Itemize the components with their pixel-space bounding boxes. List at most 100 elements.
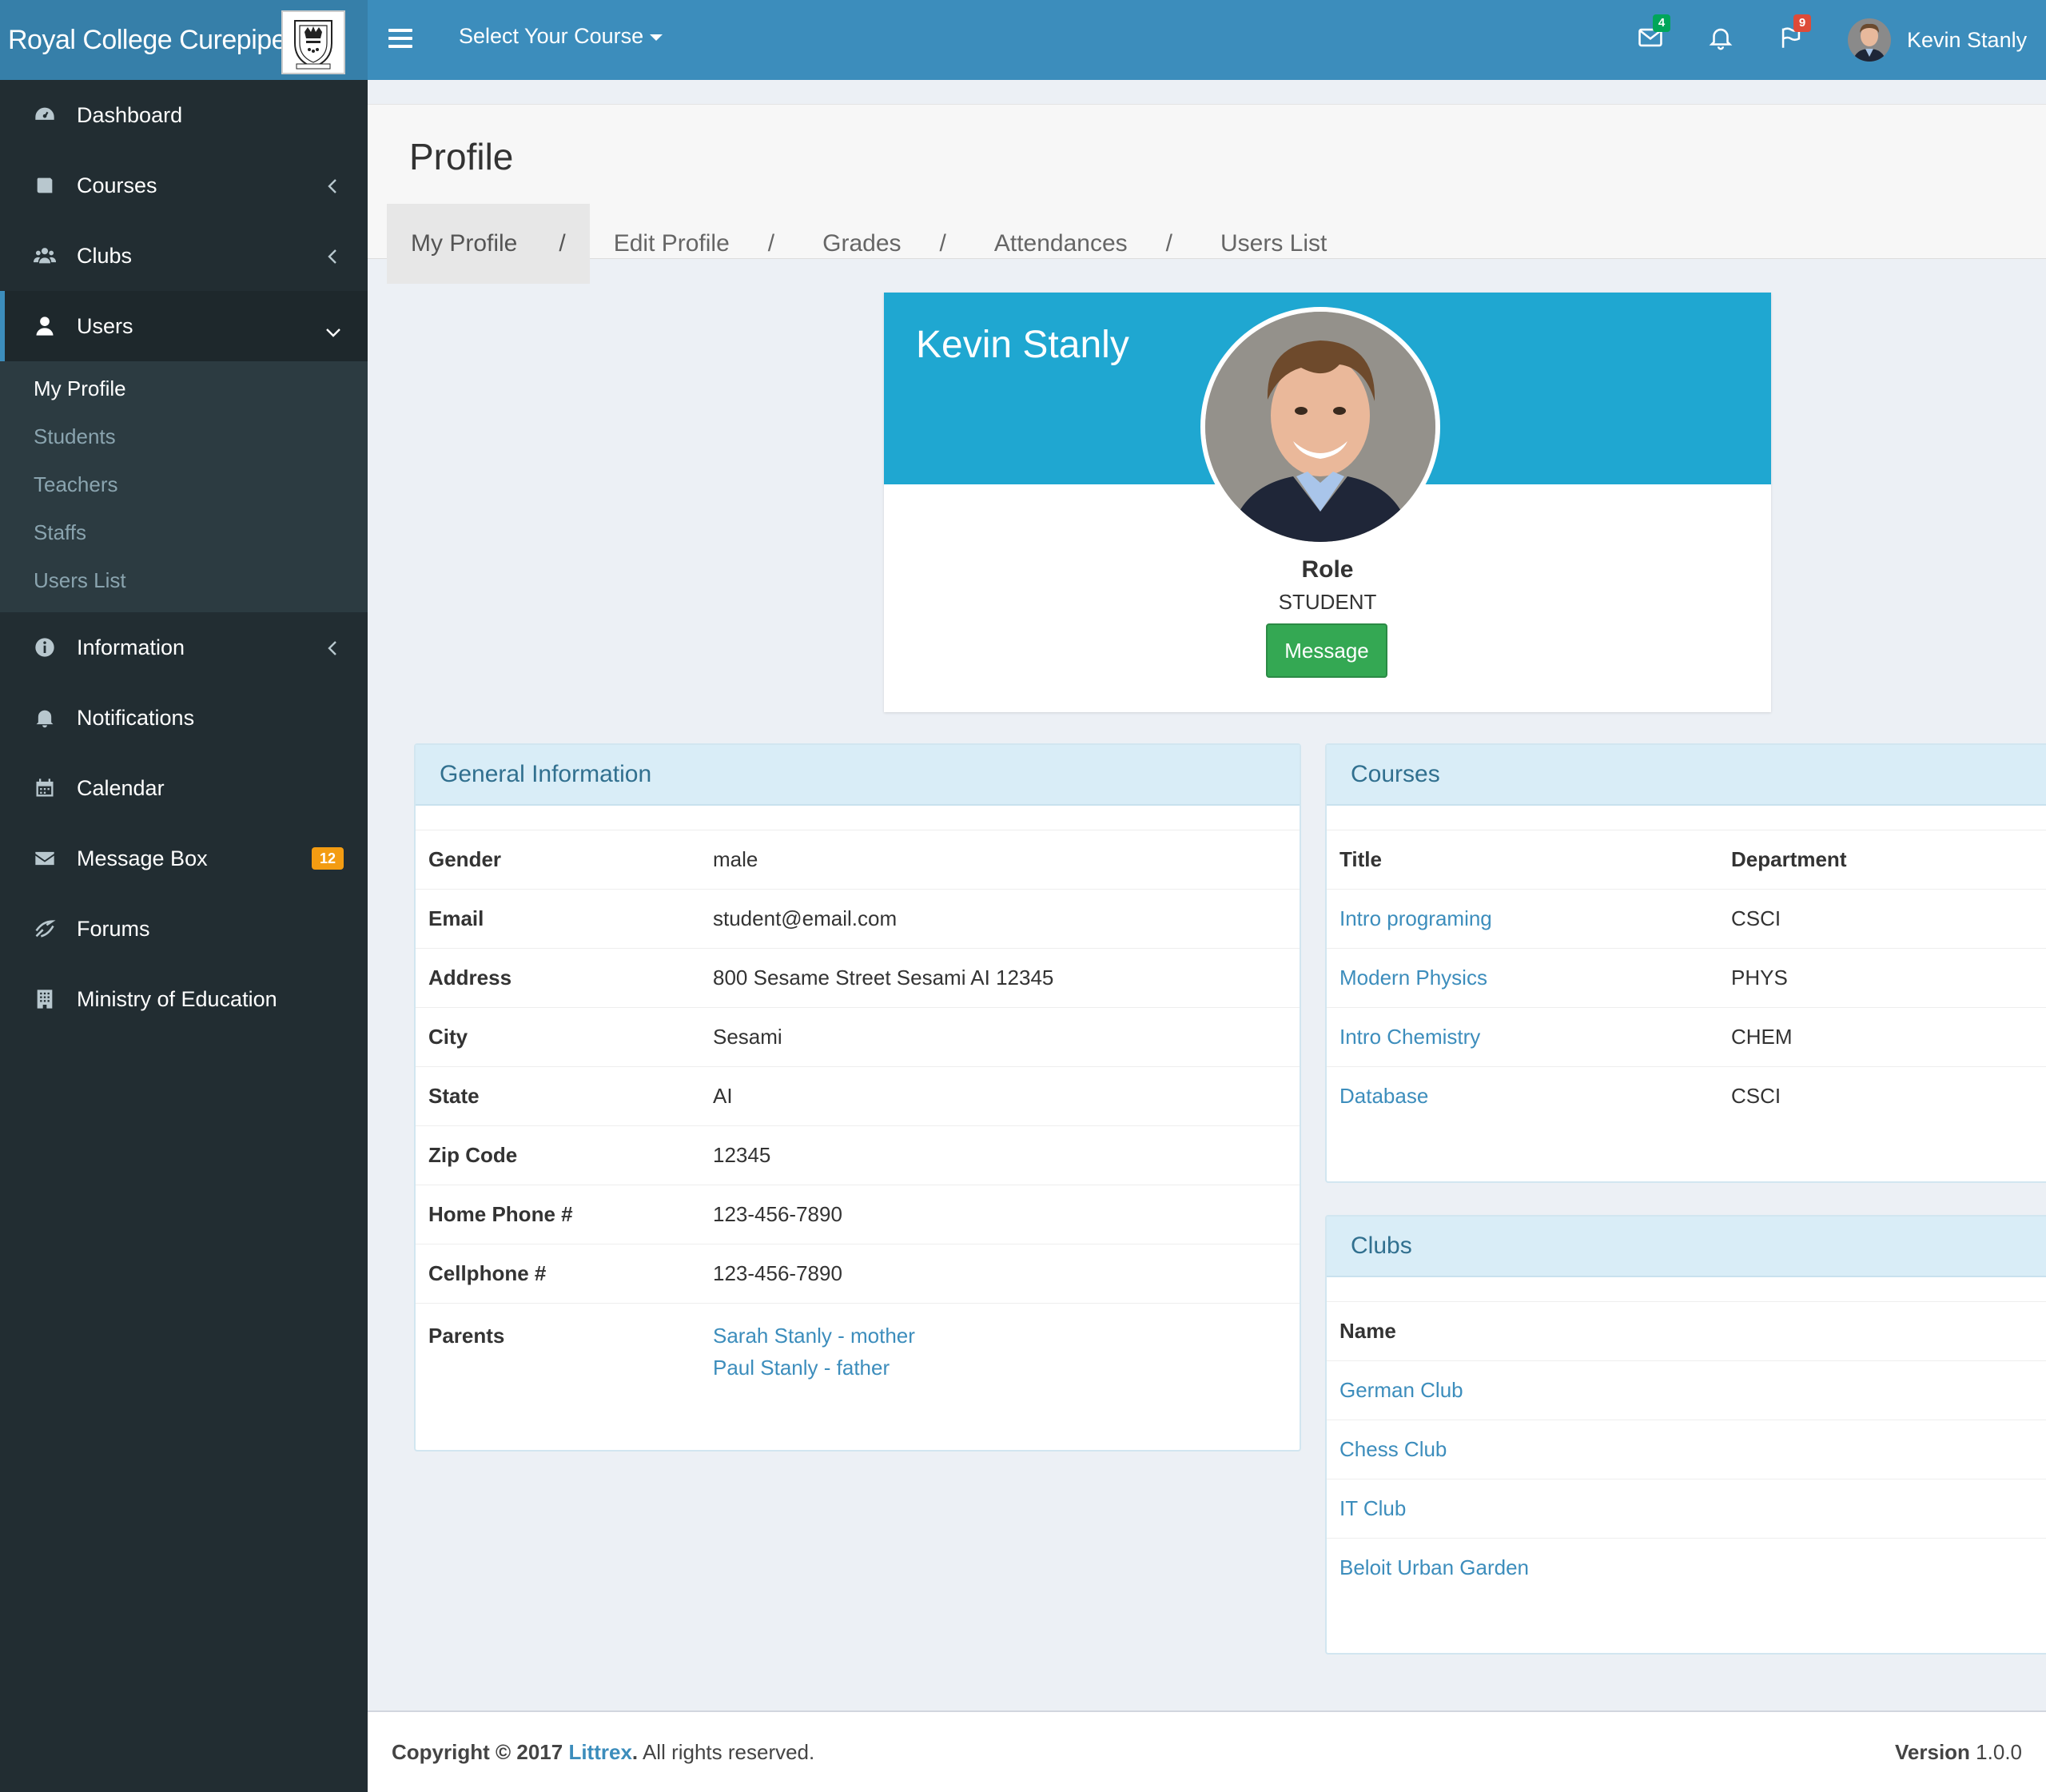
table-row: Parents Sarah Stanly - mother Paul Stanl… (416, 1303, 1300, 1392)
profile-tabs: My Profile / Edit Profile / Grades / Attend… (387, 204, 1351, 284)
chevron-left-icon (326, 246, 339, 264)
brand[interactable]: Royal College Curepipe (0, 0, 368, 80)
sidebar-item-ministry-of-education[interactable]: Ministry of Education (0, 964, 368, 1034)
copyright-prefix: Copyright © 2017 (392, 1739, 563, 1764)
notifications-button[interactable] (1707, 24, 1739, 56)
building-icon (32, 986, 58, 1012)
version-info: Version 1.0.0 (1895, 1740, 2022, 1765)
tab-separator: / (767, 230, 775, 257)
profile-photo (1200, 307, 1440, 547)
info-icon (32, 635, 58, 660)
tab-edit-profile[interactable]: Edit Profile / (590, 204, 798, 284)
tab-label: Attendances (993, 230, 1128, 257)
users-group-icon (32, 243, 58, 269)
tab-attendances[interactable]: Attendances / (970, 204, 1196, 284)
table-row: IT Club (1327, 1479, 2046, 1539)
submenu-item-teachers[interactable]: Teachers (0, 460, 368, 508)
version-number: 1.0.0 (1976, 1739, 2022, 1764)
field-label: Email (428, 906, 484, 930)
field-value: AI (713, 1084, 733, 1108)
sidebar-item-label: Message Box (77, 846, 208, 870)
course-link[interactable]: Intro programing (1339, 906, 1492, 930)
user-icon (32, 313, 58, 339)
sidebar-item-dashboard[interactable]: Dashboard (0, 80, 368, 150)
tasks-button[interactable]: 9 (1777, 14, 1811, 56)
company-link[interactable]: Littrex (568, 1740, 631, 1764)
course-department: CHEM (1731, 1025, 1793, 1049)
table-row: Chess Club (1327, 1420, 2046, 1479)
chevron-left-icon (326, 638, 339, 655)
messages-button[interactable]: 4 (1637, 14, 1670, 56)
box-title: Courses (1351, 761, 1440, 787)
tab-label: Grades (822, 230, 902, 257)
course-select-dropdown[interactable]: Select Your Course (459, 24, 663, 49)
avatar (1848, 18, 1891, 62)
submenu-item-my-profile[interactable]: My Profile (0, 364, 368, 412)
tab-separator: / (939, 230, 946, 257)
table-row: Database CSCI (1327, 1066, 2046, 1126)
tab-label: My Profile (411, 230, 518, 257)
table-row: Beloit Urban Garden (1327, 1538, 2046, 1598)
dashboard-icon (32, 102, 58, 128)
table-row: Intro Chemistry CHEM (1327, 1007, 2046, 1067)
tab-label: Users List (1220, 230, 1328, 257)
copyright-suffix: All rights reserved. (638, 1739, 815, 1764)
club-link[interactable]: German Club (1339, 1378, 1463, 1402)
submenu-item-staffs[interactable]: Staffs (0, 508, 368, 556)
general-information-header: General Information (416, 745, 1300, 806)
field-label: Cellphone # (428, 1261, 547, 1285)
sidebar-item-notifications[interactable]: Notifications (0, 683, 368, 753)
book-icon (32, 173, 58, 198)
club-link[interactable]: Chess Club (1339, 1437, 1447, 1461)
courses-header: Courses (1327, 745, 2046, 806)
tab-my-profile[interactable]: My Profile / (387, 204, 590, 284)
role-label: Role (1301, 556, 1354, 583)
tab-users-list[interactable]: Users List (1196, 204, 1351, 284)
column-header-name: Name (1339, 1319, 1396, 1343)
sidebar-item-message-box[interactable]: Message Box 12 (0, 823, 368, 894)
course-link[interactable]: Intro Chemistry (1339, 1025, 1480, 1049)
course-link[interactable]: Modern Physics (1339, 966, 1487, 990)
page-title: Profile (409, 136, 514, 177)
version-label: Version (1895, 1739, 1970, 1764)
sidebar-item-label: Calendar (77, 775, 165, 800)
sidebar-item-calendar[interactable]: Calendar (0, 753, 368, 823)
sidebar-item-forums[interactable]: Forums (0, 894, 368, 964)
course-link[interactable]: Database (1339, 1084, 1428, 1108)
main-content: Profile My Profile / Edit Profile / Grades… (368, 80, 2046, 1792)
user-name: Kevin Stanly (1907, 27, 2028, 52)
courses-box: Courses Title Department Intro programin… (1325, 743, 2046, 1183)
chevron-left-icon (326, 176, 339, 193)
sidebar-item-information[interactable]: Information (0, 612, 368, 683)
club-link[interactable]: Beloit Urban Garden (1339, 1555, 1529, 1579)
sidebar-toggle-button[interactable] (388, 29, 412, 51)
message-button[interactable]: Message (1266, 623, 1387, 678)
sidebar-item-courses[interactable]: Courses (0, 150, 368, 221)
parent-link-mother[interactable]: Sarah Stanly - mother (713, 1324, 915, 1348)
field-value: 12345 (713, 1143, 771, 1167)
club-link[interactable]: IT Club (1339, 1496, 1406, 1520)
clubs-box: Clubs Name German Club Chess Club IT Clu… (1325, 1215, 2046, 1655)
submenu-item-students[interactable]: Students (0, 412, 368, 460)
tab-grades[interactable]: Grades / (798, 204, 970, 284)
clubs-table: Name German Club Chess Club IT Club Belo… (1327, 1301, 2046, 1598)
footer: Copyright © 2017 Littrex. All rights res… (368, 1710, 2046, 1792)
sidebar-item-label: Information (77, 635, 185, 659)
messages-count-badge: 4 (1653, 14, 1670, 32)
field-label: Gender (428, 847, 502, 871)
table-row: Gender male (416, 830, 1300, 890)
sidebar-item-label: Dashboard (77, 102, 183, 127)
parents-list: Sarah Stanly - mother Paul Stanly - fath… (700, 1304, 1300, 1392)
parent-link-father[interactable]: Paul Stanly - father (713, 1356, 890, 1380)
sidebar-item-clubs[interactable]: Clubs (0, 221, 368, 291)
bell-icon (1709, 28, 1733, 50)
sidebar-item-label: Forums (77, 916, 150, 941)
field-label: Parents (428, 1324, 505, 1348)
box-title: General Information (440, 761, 652, 787)
sidebar-item-users[interactable]: Users (0, 291, 368, 361)
table-row: Modern Physics PHYS (1327, 948, 2046, 1008)
user-menu[interactable]: Kevin Stanly (1848, 18, 2027, 62)
submenu-item-users-list[interactable]: Users List (0, 556, 368, 604)
role-value: STUDENT (1278, 590, 1377, 614)
field-value: Sesami (713, 1025, 782, 1049)
